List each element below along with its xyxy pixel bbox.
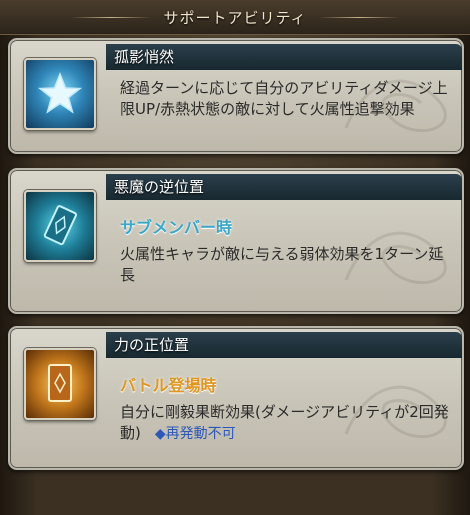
ability-description: 自分に剛毅果断効果(ダメージアビリティが2回発動) ◆再発動不可 <box>120 402 450 445</box>
ability-description: 経過ターンに応じて自分のアビリティダメージ上限UP/赤熱状態の敵に対して火属性追… <box>120 79 448 118</box>
star-icon <box>37 71 83 114</box>
ability-card-2[interactable]: 悪魔の逆位置 サブメンバー時 火属性キャラが敵に与える弱体効果を1ターン延長 <box>8 168 464 314</box>
ability-title: 力の正位置 <box>114 336 190 354</box>
ability-condition-label: バトル登場時 <box>120 376 217 395</box>
ability-icon-box <box>24 58 96 130</box>
ability-condition-label: サブメンバー時 <box>120 218 233 237</box>
ability-card-1[interactable]: 孤影悄然 経過ターンに応じて自分のアビリティダメージ上限UP/赤熱状態の敵に対し… <box>8 38 464 154</box>
header-rule-right <box>318 16 399 18</box>
header-rule-left <box>71 16 152 18</box>
reversed-card-icon <box>43 205 78 246</box>
ability-title: 孤影悄然 <box>114 48 175 66</box>
ability-card-3[interactable]: 力の正位置 バトル登場時 自分に剛毅果断効果(ダメージアビリティが2回発動) ◆再… <box>8 326 464 470</box>
ability-title: 悪魔の逆位置 <box>114 178 205 196</box>
ability-icon-box <box>24 348 96 420</box>
header-bar: サポートアビリティ <box>0 0 470 35</box>
upright-card-icon <box>48 364 72 402</box>
ability-description: 火属性キャラが敵に与える弱体効果を1ターン延長 <box>120 245 444 284</box>
page-title: サポートアビリティ <box>163 8 307 27</box>
reactivation-note: ◆再発動不可 <box>154 426 236 442</box>
ability-icon-box <box>24 190 96 262</box>
